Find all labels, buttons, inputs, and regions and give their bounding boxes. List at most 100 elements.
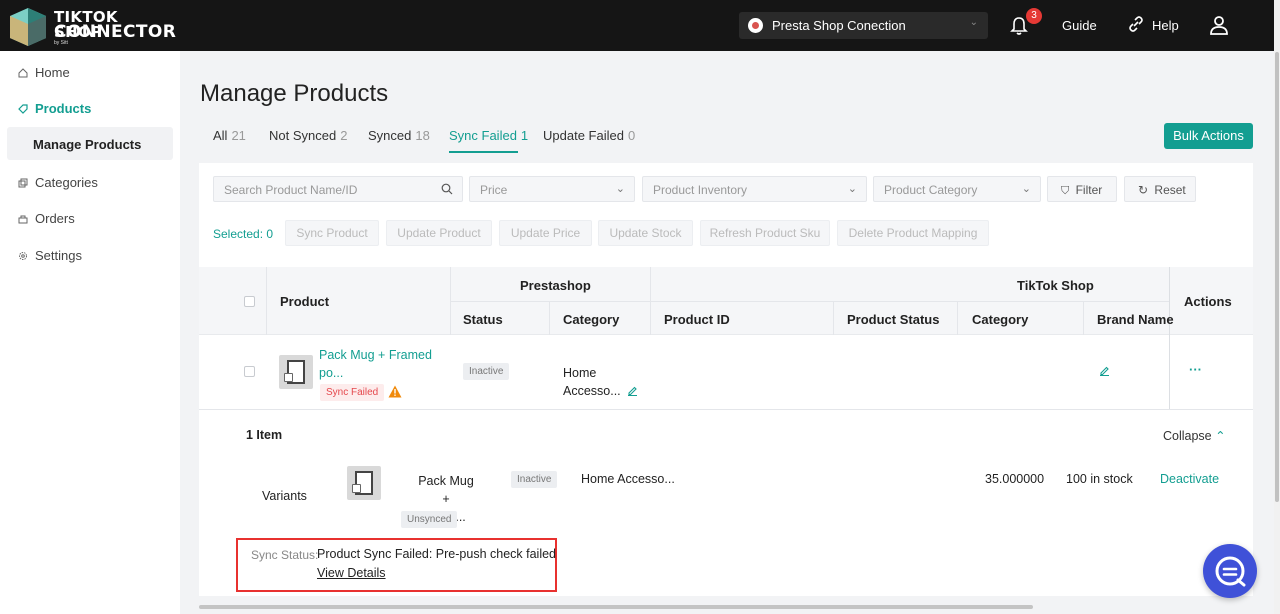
reset-button[interactable]: ↻ Reset [1124, 176, 1196, 202]
logo-mark-icon [10, 8, 46, 46]
update-stock-button[interactable]: Update Stock [598, 220, 693, 246]
tab-count: 2 [340, 128, 348, 143]
column-divider [1169, 267, 1170, 410]
tab-count: 1 [520, 128, 529, 143]
edit-icon[interactable] [627, 385, 638, 396]
tab-label: Sync Failed [449, 128, 517, 143]
price-select[interactable]: Price ⌄ [469, 176, 635, 202]
tab-all[interactable]: All 21 [213, 128, 246, 143]
column-divider [957, 301, 958, 335]
product-thumbnail [279, 355, 313, 389]
column-header-brand-name: Brand Name [1097, 312, 1174, 327]
page-title: Manage Products [200, 80, 389, 107]
inventory-select[interactable]: Product Inventory ⌄ [642, 176, 867, 202]
bell-icon[interactable] [1010, 16, 1028, 36]
column-header-product-status: Product Status [847, 312, 940, 327]
tab-label: Synced [368, 128, 412, 143]
search-input[interactable]: Search Product Name/ID [213, 176, 463, 202]
delete-product-mapping-button[interactable]: Delete Product Mapping [837, 220, 989, 246]
deactivate-link[interactable]: Deactivate [1160, 472, 1219, 486]
sidebar-item-settings[interactable]: Settings [18, 248, 82, 263]
category-line: Home [563, 366, 597, 380]
sidebar-item-label: Categories [35, 175, 98, 190]
view-details-link[interactable]: View Details [317, 566, 386, 580]
sync-product-button[interactable]: Sync Product [285, 220, 379, 246]
category-cell: Home Accesso... [563, 364, 638, 400]
user-icon[interactable] [1210, 15, 1228, 35]
filter-button-label: Filter [1075, 183, 1103, 197]
update-price-button[interactable]: Update Price [499, 220, 592, 246]
tab-synced[interactable]: Synced 18 [368, 128, 430, 143]
table-horizontal-scrollbar[interactable] [199, 605, 1033, 609]
home-icon [18, 67, 28, 77]
column-divider [833, 301, 834, 335]
sidebar-item-home[interactable]: Home [18, 65, 70, 80]
guide-link[interactable]: Guide [1062, 18, 1097, 33]
category-line: Accesso... [563, 384, 621, 398]
column-header-status: Status [463, 312, 503, 327]
row-checkbox[interactable] [244, 366, 255, 377]
tab-count: 18 [415, 128, 430, 143]
variant-category: Home Accesso... [581, 472, 675, 486]
help-link[interactable]: Help [1152, 18, 1179, 33]
copy-icon [18, 178, 28, 187]
sync-failed-badge: Sync Failed [320, 384, 385, 401]
tab-not-synced[interactable]: Not Synced 2 [269, 128, 347, 143]
gear-icon [19, 251, 27, 260]
warning-icon[interactable] [388, 385, 402, 398]
search-placeholder: Search Product Name/ID [224, 183, 358, 197]
category-select[interactable]: Product Category ⌄ [873, 176, 1041, 202]
chevron-down-icon: ⌄ [1021, 183, 1031, 195]
sidebar-item-manage-products[interactable]: Manage Products [7, 127, 173, 160]
column-divider [1083, 301, 1084, 335]
more-actions-button[interactable]: ··· [1189, 362, 1202, 377]
unsynced-badge: Unsynced [401, 511, 458, 528]
tab-label: Not Synced [269, 128, 337, 143]
logo-text-line2: CONNECTOR [54, 22, 177, 42]
search-icon [441, 183, 453, 195]
chevron-down-icon: ⌄ [615, 183, 625, 195]
shop-selector[interactable]: Presta Shop Conection ⌄ [739, 12, 988, 39]
app-logo[interactable]: TIKTOK SHOP CONNECTOR by Sitt [6, 5, 176, 47]
chat-button[interactable] [1203, 544, 1257, 598]
select-all-checkbox[interactable] [244, 296, 255, 307]
sidebar-item-categories[interactable]: Categories [18, 175, 98, 190]
bulk-actions-button[interactable]: Bulk Actions [1164, 123, 1253, 149]
sidebar: Home Products Manage Products Categories… [0, 51, 180, 614]
variants-label: Variants [262, 489, 307, 503]
page-scrollbar[interactable] [1274, 0, 1280, 614]
column-divider [266, 267, 267, 335]
sidebar-item-orders[interactable]: Orders [18, 211, 75, 226]
chevron-down-icon: ⌄ [847, 183, 857, 195]
refresh-product-sku-button[interactable]: Refresh Product Sku [700, 220, 830, 246]
chevron-down-icon: ⌄ [969, 17, 978, 28]
sidebar-item-label: Products [35, 101, 92, 116]
tab-sync-failed[interactable]: Sync Failed 1 [449, 128, 528, 143]
chat-icon [1215, 556, 1246, 587]
column-header-category: Category [563, 312, 620, 327]
link-icon [1129, 16, 1143, 32]
sync-status-label: Sync Status: [251, 548, 319, 562]
sidebar-item-label: Home [35, 65, 70, 80]
sidebar-item-products[interactable]: Products [18, 101, 91, 116]
tab-label: All [213, 128, 228, 143]
logo-byline: by Sitt [54, 40, 68, 46]
filter-button[interactable]: ⛉ Filter [1047, 176, 1117, 202]
edit-brand-icon[interactable] [1099, 365, 1110, 376]
row-divider [199, 409, 1253, 410]
column-header-product-id: Product ID [664, 312, 730, 327]
tab-update-failed[interactable]: Update Failed 0 [543, 128, 635, 143]
variant-thumbnail [347, 466, 381, 500]
tab-label: Update Failed [543, 128, 624, 143]
sync-status-message: Product Sync Failed: Pre-push check fail… [317, 547, 557, 561]
page-scrollbar-thumb[interactable] [1275, 52, 1279, 502]
variant-price: 35.000000 [985, 472, 1045, 486]
reset-button-label: Reset [1154, 183, 1186, 197]
product-name-link[interactable]: Pack Mug + Framed po... [319, 346, 432, 382]
column-group-tiktok-shop: TikTok Shop [1017, 278, 1094, 293]
selected-count: Selected: 0 [213, 227, 274, 241]
header-divider [450, 301, 1169, 302]
tab-count: 21 [231, 128, 246, 143]
update-product-button[interactable]: Update Product [386, 220, 492, 246]
collapse-button[interactable]: Collapse ⌃ [1163, 428, 1226, 443]
